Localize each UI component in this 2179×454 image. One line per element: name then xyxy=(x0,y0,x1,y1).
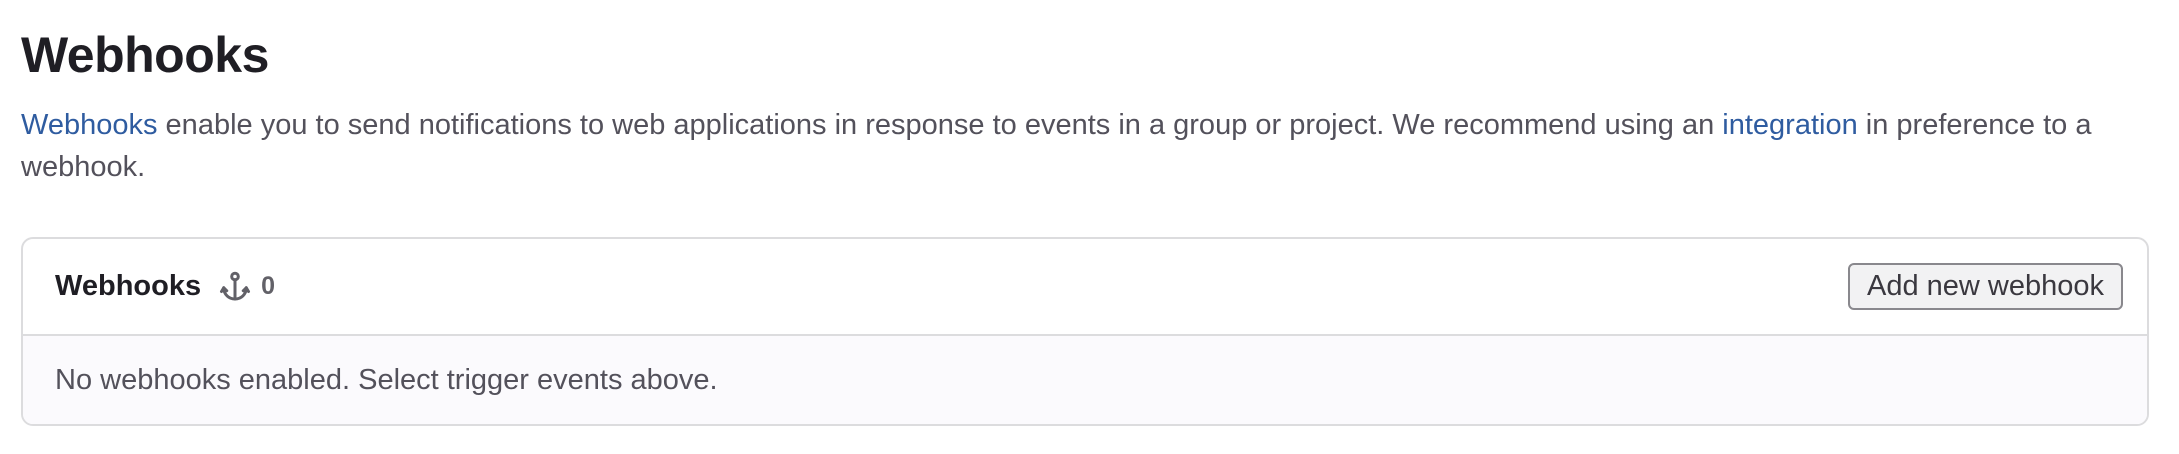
webhook-icon xyxy=(220,271,251,300)
page-description: Webhooks enable you to send notification… xyxy=(21,104,2161,188)
webhook-count: 0 xyxy=(217,269,275,305)
webhook-count-value: 0 xyxy=(261,272,275,300)
page-title: Webhooks xyxy=(21,27,269,83)
webhooks-help-link[interactable]: Webhooks xyxy=(21,109,158,141)
webhooks-card-header: Webhooks 0 Add new webhook xyxy=(23,239,2147,336)
add-new-webhook-button[interactable]: Add new webhook xyxy=(1848,263,2123,310)
description-text-1: enable you to send notifications to web … xyxy=(157,109,1723,141)
integration-link[interactable]: integration xyxy=(1722,109,1857,141)
webhooks-card: Webhooks 0 Add new webhook No webhooks e… xyxy=(21,237,2149,426)
empty-state-message: No webhooks enabled. Select trigger even… xyxy=(55,363,718,396)
empty-state: No webhooks enabled. Select trigger even… xyxy=(23,336,2147,424)
card-title: Webhooks xyxy=(55,270,202,302)
